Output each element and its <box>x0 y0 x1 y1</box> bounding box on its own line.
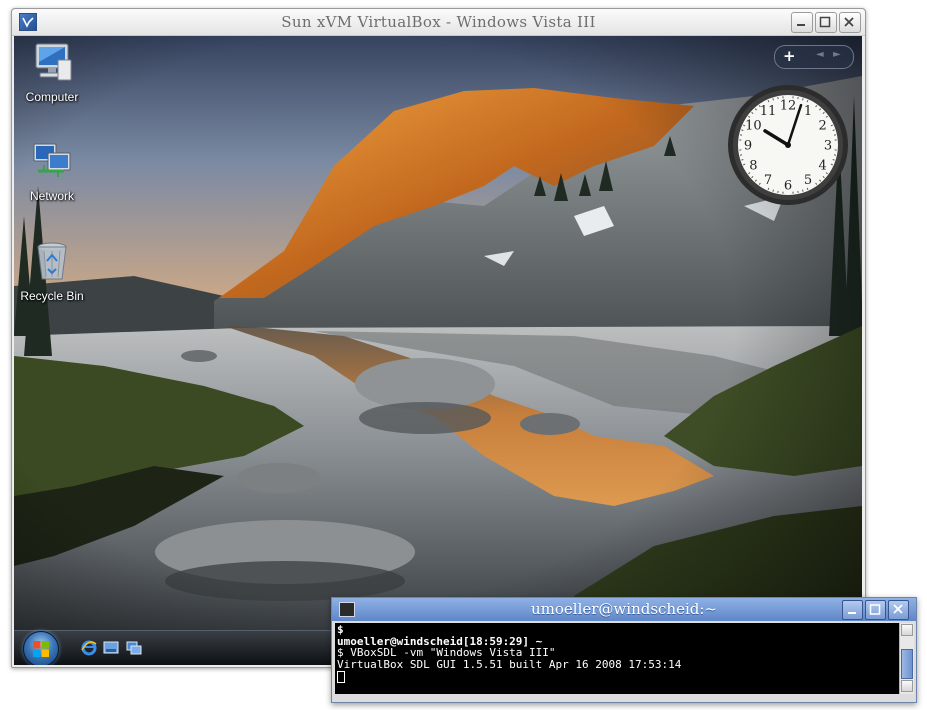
clock-numeral: 11 <box>760 104 777 119</box>
window-title: Sun xVM VirtualBox - Windows Vista III <box>281 13 596 31</box>
clock-face: 1234567891011 12 <box>728 85 848 205</box>
terminal-scrollbar[interactable] <box>899 623 914 694</box>
desktop-icon-label: Network <box>29 189 74 203</box>
recycle-bin-icon <box>37 242 67 280</box>
clock-tick <box>802 98 804 101</box>
clock-numeral: 3 <box>824 139 832 154</box>
close-button[interactable] <box>839 12 861 33</box>
internet-explorer-icon[interactable] <box>81 640 97 656</box>
clock-tick <box>832 159 835 161</box>
close-icon <box>844 17 854 27</box>
switch-windows-icon[interactable] <box>126 640 142 656</box>
virtualbox-window[interactable]: Sun xVM VirtualBox - Windows Vista III C… <box>11 8 866 668</box>
minimize-icon <box>848 612 856 614</box>
scrollbar-thumb[interactable] <box>901 649 913 679</box>
terminal-prompt-line[interactable] <box>337 670 899 683</box>
terminal-cursor <box>337 670 345 683</box>
scroll-up-arrow-icon[interactable] <box>901 624 913 636</box>
network-icon <box>33 143 71 177</box>
desktop-icon-recycle-bin[interactable]: Recycle Bin <box>14 239 92 303</box>
desktop-icon-network[interactable]: Network <box>14 141 92 203</box>
clock-numeral: 4 <box>818 159 826 174</box>
minimize-button[interactable] <box>791 12 813 33</box>
guest-desktop[interactable]: Computer Network Recycle Bin + ◄ ► 1 2 3… <box>14 36 862 665</box>
terminal-line: $ <box>337 623 344 636</box>
terminal-output[interactable]: $ umoeller@windscheid[18:59:29] ~ $ VBox… <box>335 623 899 694</box>
clock-tick <box>772 98 774 101</box>
start-button[interactable] <box>23 631 59 665</box>
clock-numeral: 6 <box>784 179 792 194</box>
clock-numeral: 9 <box>744 139 752 154</box>
close-icon <box>893 604 903 614</box>
sidebar-gadget-toolbar: + ◄ ► <box>774 45 854 69</box>
next-gadget-button[interactable]: ► <box>833 49 841 60</box>
clock-numeral: 12 <box>780 99 797 114</box>
scroll-down-arrow-icon[interactable] <box>901 680 913 692</box>
clock-numeral: 1 <box>804 104 812 119</box>
maximize-icon <box>819 16 831 28</box>
clock-numeral: 8 <box>749 159 757 174</box>
terminal-close-button[interactable] <box>888 600 909 620</box>
clock-gadget[interactable]: 1 2 3 4 5 6 7 8 9 10 11 12 <box>726 83 850 207</box>
desktop-icon-computer[interactable]: Computer <box>14 42 92 104</box>
clock-numeral: 2 <box>818 119 826 134</box>
terminal-titlebar[interactable]: umoeller@windscheid:~ <box>332 598 916 621</box>
terminal-title: umoeller@windscheid:~ <box>531 600 717 618</box>
clock-numeral: 7 <box>764 173 772 188</box>
terminal-maximize-button[interactable] <box>865 600 886 620</box>
previous-gadget-button[interactable]: ◄ <box>816 49 824 60</box>
clock-tick <box>832 129 835 131</box>
clock-tick <box>802 189 804 192</box>
terminal-window[interactable]: umoeller@windscheid:~ $ umoeller@windsch… <box>331 597 917 703</box>
clock-tick <box>741 159 744 161</box>
maximize-button[interactable] <box>815 12 837 33</box>
minimize-icon <box>797 24 805 26</box>
clock-numeral: 5 <box>804 173 812 188</box>
clock-numeral: 10 <box>745 119 762 134</box>
terminal-minimize-button[interactable] <box>842 600 863 620</box>
show-desktop-icon[interactable] <box>103 640 119 656</box>
clock-tick <box>741 129 744 131</box>
virtualbox-titlebar[interactable]: Sun xVM VirtualBox - Windows Vista III <box>12 9 865 36</box>
clock-tick <box>772 189 774 192</box>
terminal-line: VirtualBox SDL GUI 1.5.51 built Apr 16 2… <box>337 658 682 672</box>
desktop-icon-label: Computer <box>25 90 79 104</box>
desktop-icon-label: Recycle Bin <box>20 289 84 303</box>
add-gadget-button[interactable]: + <box>783 47 796 65</box>
maximize-icon <box>869 604 881 615</box>
computer-icon <box>35 43 72 81</box>
start-orb-icon <box>33 641 49 657</box>
